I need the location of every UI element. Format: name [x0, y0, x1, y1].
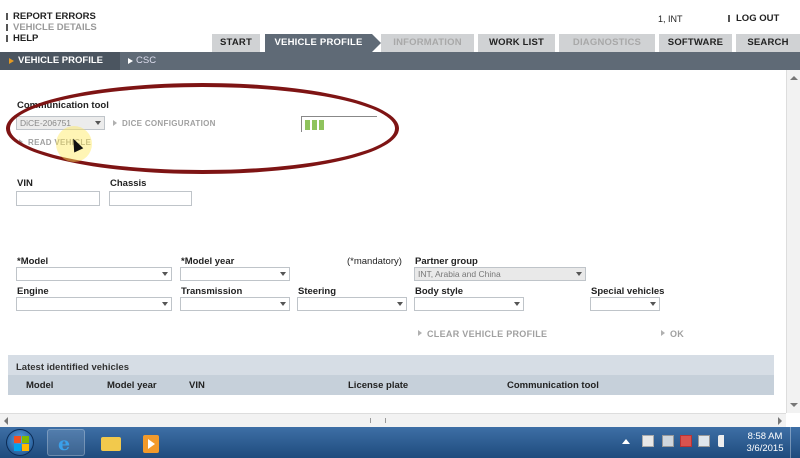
latest-vehicles-header: Model Model year VIN License plate Commu…	[8, 375, 774, 395]
latest-vehicles-title: Latest identified vehicles	[16, 362, 129, 373]
tab-diagnostics: DIAGNOSTICS	[559, 34, 655, 52]
scroll-left-icon[interactable]	[4, 417, 8, 425]
internet-explorer-taskbar-button[interactable]: e	[47, 429, 85, 456]
chevron-down-icon	[95, 121, 101, 125]
main-tabs: START VEHICLE PROFILE INFORMATION WORK L…	[0, 34, 800, 52]
body-style-label: Body style	[415, 286, 464, 297]
internet-explorer-icon: e	[58, 433, 71, 455]
column-header-communication-tool[interactable]: Communication tool	[507, 380, 599, 391]
scroll-right-icon[interactable]	[778, 417, 782, 425]
clear-vehicle-profile-button[interactable]: CLEAR VEHICLE PROFILE	[418, 329, 547, 339]
arrow-right-icon	[9, 58, 14, 64]
column-header-model[interactable]: Model	[26, 380, 53, 391]
special-vehicles-label: Special vehicles	[591, 286, 665, 297]
vehicle-details-link[interactable]: VEHICLE DETAILS	[6, 22, 97, 33]
column-header-vin[interactable]: VIN	[189, 380, 205, 391]
chevron-down-icon	[280, 272, 286, 276]
engine-select[interactable]	[16, 297, 172, 311]
vin-label: VIN	[17, 178, 33, 189]
network-icon[interactable]	[698, 435, 710, 447]
action-center-icon[interactable]	[680, 435, 692, 447]
volume-icon[interactable]	[718, 435, 730, 447]
tab-software[interactable]: SOFTWARE	[659, 34, 732, 52]
tab-work-list[interactable]: WORK LIST	[478, 34, 555, 52]
ok-button[interactable]: OK	[661, 329, 684, 339]
subtab-vehicle-profile[interactable]: VEHICLE PROFILE	[0, 52, 120, 70]
horizontal-scrollbar[interactable]	[0, 413, 786, 427]
tool-icon[interactable]	[642, 435, 654, 447]
chevron-down-icon	[397, 302, 403, 306]
explorer-taskbar-button[interactable]	[91, 429, 129, 456]
body-style-select[interactable]	[414, 297, 524, 311]
vertical-scrollbar[interactable]	[786, 70, 800, 413]
steering-select[interactable]	[297, 297, 407, 311]
scroll-thumb[interactable]	[370, 418, 386, 423]
subtab-csc[interactable]: CSC	[120, 52, 156, 70]
chevron-down-icon	[280, 302, 286, 306]
clock-date: 3/6/2015	[746, 443, 784, 454]
report-errors-link[interactable]: REPORT ERRORS	[6, 11, 97, 22]
start-button[interactable]	[6, 429, 34, 456]
scroll-up-icon[interactable]	[790, 76, 798, 80]
windows-logo-icon	[14, 444, 21, 451]
partner-group-label: Partner group	[415, 256, 478, 267]
chevron-down-icon	[162, 272, 168, 276]
chassis-label: Chassis	[110, 178, 147, 189]
show-desktop-button[interactable]	[790, 427, 800, 458]
subtab-label: VEHICLE PROFILE	[18, 55, 103, 66]
clock-time: 8:58 AM	[747, 431, 783, 442]
signal-bar	[305, 120, 310, 130]
scroll-down-icon[interactable]	[790, 403, 798, 407]
subtab-label: CSC	[136, 55, 157, 66]
steering-label: Steering	[298, 286, 337, 297]
communication-tool-label: Communication tool	[17, 100, 109, 111]
column-header-license-plate[interactable]: License plate	[348, 380, 408, 391]
engine-label: Engine	[17, 286, 49, 297]
column-header-model-year[interactable]: Model year	[107, 380, 157, 391]
windows-logo-icon	[22, 444, 29, 451]
transmission-label: Transmission	[181, 286, 243, 297]
chevron-down-icon	[514, 302, 520, 306]
tab-search[interactable]: SEARCH	[736, 34, 800, 52]
model-select[interactable]	[16, 267, 172, 281]
chevron-down-icon	[650, 302, 656, 306]
special-vehicles-select[interactable]	[590, 297, 660, 311]
chassis-input[interactable]	[109, 191, 192, 206]
media-player-taskbar-button[interactable]	[131, 429, 169, 456]
folder-icon	[101, 437, 121, 451]
device-icon[interactable]	[662, 435, 674, 447]
sub-tabs: VEHICLE PROFILE CSC	[0, 52, 800, 70]
windows-taskbar: e 8:58 AM 3/6/2015	[0, 427, 800, 458]
tab-start[interactable]: START	[212, 34, 260, 52]
tab-vehicle-profile[interactable]: VEHICLE PROFILE	[265, 34, 381, 52]
logout-link[interactable]: LOG OUT	[728, 13, 779, 24]
show-hidden-icons-icon[interactable]	[622, 439, 630, 444]
tab-information: INFORMATION	[381, 34, 474, 52]
taskbar-clock[interactable]: 8:58 AM 3/6/2015	[745, 431, 785, 455]
latest-vehicles-panel: Latest identified vehicles Model Model y…	[8, 355, 774, 395]
chevron-down-icon	[576, 272, 582, 276]
model-label: *Model	[17, 256, 49, 267]
windows-logo-icon	[22, 436, 29, 443]
vin-input[interactable]	[16, 191, 100, 206]
partner-group-value: INT, Arabia and China	[418, 269, 501, 279]
model-year-select[interactable]	[180, 267, 290, 281]
mandatory-note: (*mandatory)	[347, 256, 402, 267]
model-year-label: *Model year	[181, 256, 235, 267]
arrow-right-icon	[128, 58, 133, 64]
media-player-icon	[143, 435, 159, 453]
partner-group-select[interactable]: INT, Arabia and China	[414, 267, 586, 281]
transmission-select[interactable]	[180, 297, 290, 311]
communication-tool-select[interactable]: DiCE-206751	[16, 116, 105, 130]
signal-bar	[312, 120, 317, 130]
dice-configuration-button[interactable]: DICE CONFIGURATION	[113, 119, 216, 128]
signal-bar	[319, 120, 324, 130]
chevron-down-icon	[162, 302, 168, 306]
communication-tool-value: DiCE-206751	[20, 118, 72, 128]
user-label: 1, INT	[658, 14, 683, 24]
windows-logo-icon	[14, 436, 21, 443]
